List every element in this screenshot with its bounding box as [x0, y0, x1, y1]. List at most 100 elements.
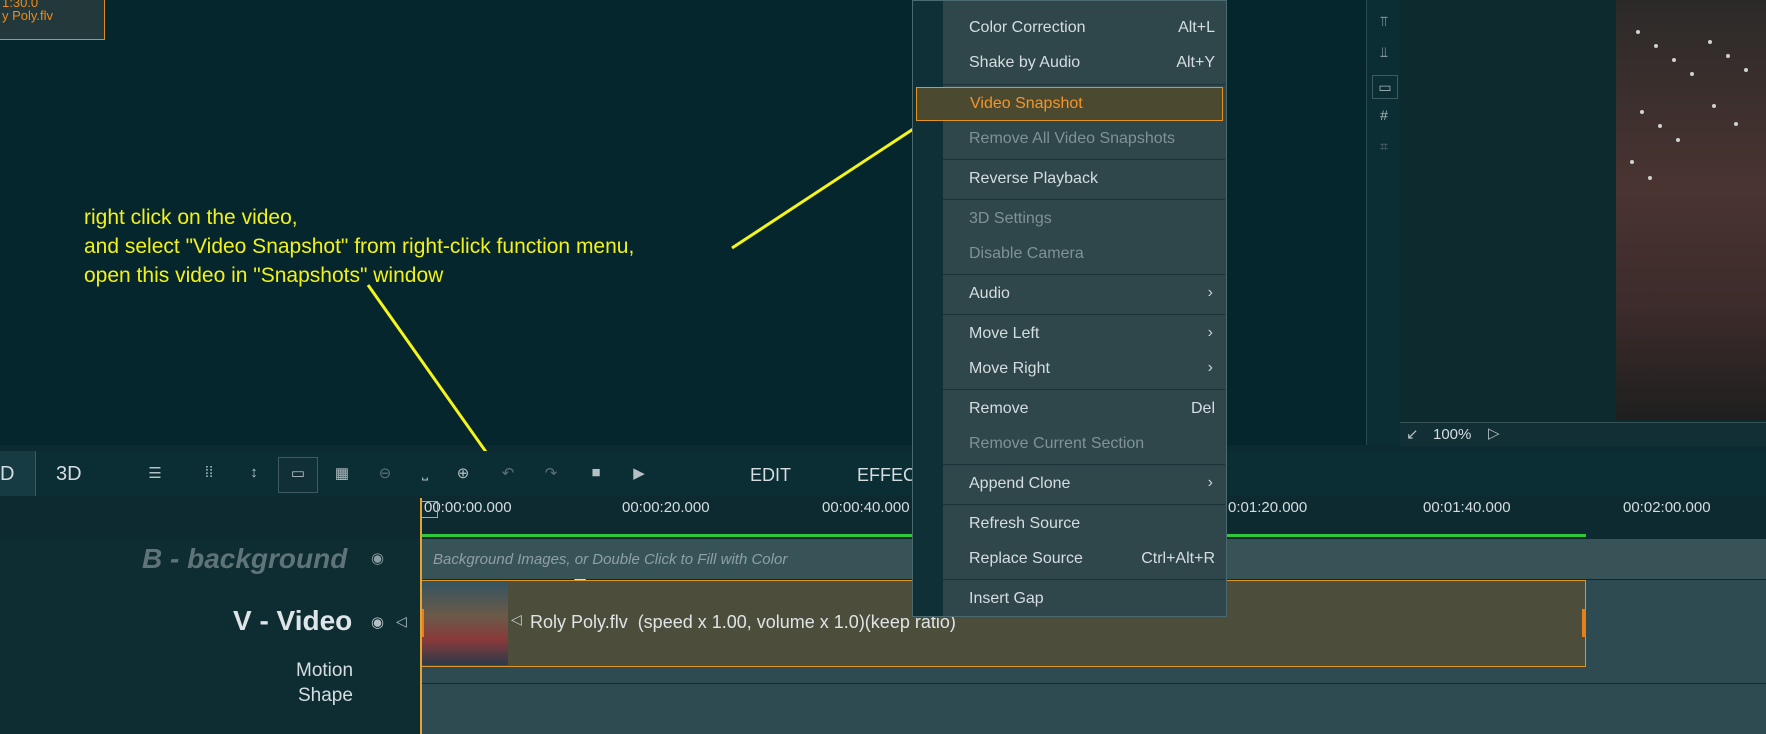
menu-item-label: Color Correction — [969, 19, 1086, 36]
timeline-ruler[interactable]: 00:00:00.000 00:00:20.000 00:00:40.000 0… — [0, 496, 1766, 539]
measure-icon[interactable]: ⎵ — [414, 464, 436, 484]
ruler-tick-label: 00:00:40.000 — [822, 499, 910, 516]
menu-item-label: Move Right — [969, 360, 1050, 377]
menu-separator — [943, 159, 1225, 160]
background-track-header: B - background ◉ — [0, 539, 420, 579]
menu-separator — [943, 84, 1225, 85]
playhead[interactable] — [420, 498, 422, 734]
ruler-tick-label: 00:01:40.000 — [1423, 499, 1511, 516]
tab-3d[interactable]: 3D — [56, 463, 82, 486]
vertical-resize-icon[interactable]: ↕ — [243, 464, 265, 484]
stop-icon[interactable]: ■ — [585, 464, 607, 484]
motion-label[interactable]: Motion — [296, 660, 353, 682]
menu-item-label: Reverse Playback — [969, 170, 1098, 187]
menu-separator — [943, 504, 1225, 505]
zoom-in-icon[interactable]: ⊕ — [452, 464, 474, 484]
tab-2d-label: D — [0, 463, 15, 485]
fit-frame-icon[interactable]: ▭ — [1372, 75, 1398, 99]
background-track-name: B - background — [142, 543, 348, 574]
clip-audio-icon[interactable]: ◁ — [511, 611, 522, 628]
menu-shortcut: Alt+L — [1178, 19, 1215, 36]
menu-item-3d-settings: 3D Settings — [943, 202, 1225, 236]
chevron-right-icon: › — [1207, 359, 1213, 376]
menu-item-move-right[interactable]: Move Right › — [943, 352, 1225, 386]
eye-icon[interactable]: ◉ — [371, 613, 384, 631]
menu-item-reverse-playback[interactable]: Reverse Playback — [943, 162, 1225, 196]
playhead-handle[interactable] — [421, 501, 438, 518]
menu-item-remove-all-snapshots: Remove All Video Snapshots — [943, 122, 1225, 156]
menu-shortcut: Del — [1190, 400, 1215, 417]
redo-icon[interactable]: ↷ — [540, 464, 562, 484]
ruler-tick-label: 00:02:00.000 — [1623, 499, 1711, 516]
menu-item-label: Disable Camera — [969, 245, 1084, 262]
calendar-icon[interactable]: ▦ — [331, 464, 353, 484]
menu-item-color-correction[interactable]: Color Correction Alt+L — [943, 11, 1225, 45]
menu-item-label: Remove All Video Snapshots — [969, 130, 1176, 147]
preview-image — [1616, 0, 1766, 420]
menu-item-label: Replace Source — [969, 550, 1083, 567]
menu-shortcut: Alt+Y — [1176, 54, 1215, 71]
menu-item-disable-camera: Disable Camera — [943, 237, 1225, 271]
snap-grid-icon: ⌗ — [1380, 138, 1388, 154]
eye-icon[interactable]: ◉ — [371, 549, 384, 567]
shrink-icon[interactable]: ↙ — [1406, 425, 1419, 443]
menu-item-label: Remove — [969, 400, 1029, 417]
grid-icon[interactable]: # — [1376, 107, 1392, 123]
chevron-right-icon: › — [1207, 324, 1213, 341]
menu-item-insert-gap[interactable]: Insert Gap — [943, 582, 1225, 616]
speaker-icon[interactable]: ◁ — [396, 613, 407, 630]
menu-separator — [943, 314, 1225, 315]
align-bottom-icon[interactable]: ⫫ — [1376, 44, 1392, 60]
menu-item-append-clone[interactable]: Append Clone › — [943, 467, 1225, 501]
effects-tab[interactable]: EFFEC — [857, 465, 916, 486]
play-preview-icon[interactable]: ▷ — [1488, 424, 1500, 442]
preview-controls: ↙ 100% ▷ — [1400, 422, 1766, 446]
ruler-tick-label: 00:00:20.000 — [622, 499, 710, 516]
menu-separator — [943, 579, 1225, 580]
menu-item-shake-by-audio[interactable]: Shake by Audio Alt+Y — [943, 46, 1225, 80]
edit-tab[interactable]: EDIT — [750, 465, 791, 486]
menu-item-label: Remove Current Section — [969, 435, 1145, 452]
background-hint: Background Images, or Double Click to Fi… — [433, 551, 788, 568]
align-top-icon[interactable]: ⫪ — [1376, 13, 1392, 29]
menu-item-label: Video Snapshot — [970, 95, 1083, 112]
menu-item-audio[interactable]: Audio › — [943, 277, 1225, 311]
menu-item-label: Audio — [969, 285, 1010, 302]
menu-separator — [943, 274, 1225, 275]
menu-item-remove-current-section: Remove Current Section — [943, 427, 1225, 461]
menu-shortcut: Ctrl+Alt+R — [1141, 550, 1215, 567]
menu-item-remove[interactable]: Remove Del — [943, 392, 1225, 426]
menu-item-video-snapshot[interactable]: Video Snapshot — [916, 87, 1223, 121]
zoom-level[interactable]: 100% — [1433, 426, 1471, 443]
shape-label[interactable]: Shape — [298, 685, 353, 707]
track-list-icon[interactable]: ☰ — [144, 464, 166, 484]
ruler-tick-label: 0:01:20.000 — [1228, 499, 1308, 516]
clip-end-handle[interactable] — [1582, 609, 1586, 637]
tab-2d[interactable]: D — [0, 451, 36, 496]
menu-item-move-left[interactable]: Move Left › — [943, 317, 1225, 351]
menu-separator — [943, 464, 1225, 465]
chevron-right-icon: › — [1207, 474, 1213, 491]
play-icon[interactable]: ▶ — [628, 464, 650, 484]
menu-item-replace-source[interactable]: Replace Source Ctrl+Alt+R — [943, 542, 1225, 576]
undo-icon[interactable]: ↶ — [497, 464, 519, 484]
alignment-toolbar: ⫪ ⫫ ▭ # ⌗ — [1366, 0, 1400, 445]
menu-item-refresh-source[interactable]: Refresh Source — [943, 507, 1225, 541]
menu-item-label: Append Clone — [969, 475, 1071, 492]
chevron-right-icon: › — [1207, 284, 1213, 301]
menu-separator — [943, 199, 1225, 200]
video-clip-label: Roly Poly.flv (speed x 1.00, volume x 1.… — [530, 612, 956, 632]
video-track-name: V - Video — [233, 605, 353, 636]
menu-item-label: Move Left — [969, 325, 1040, 342]
frame-icon: ▭ — [290, 465, 306, 482]
timeline-toolbar: D 3D ☰ ⁞⁞ ↕ ▭ ▦ ⊖ ⎵ ⊕ ↶ ↷ ■ ▶ EDIT EFFEC — [0, 451, 1766, 496]
context-menu: Color Correction Alt+L Shake by Audio Alt+… — [912, 0, 1227, 617]
zoom-out-icon[interactable]: ⊖ — [374, 464, 396, 484]
menu-item-label: Shake by Audio — [969, 54, 1081, 71]
arrow-to-menu-line — [731, 116, 931, 250]
video-clip-thumbnail — [422, 582, 508, 665]
menu-separator — [943, 389, 1225, 390]
menu-item-label: Insert Gap — [969, 590, 1044, 607]
grid-view-icon[interactable]: ⁞⁞ — [198, 464, 220, 484]
menu-item-label: 3D Settings — [969, 210, 1052, 227]
